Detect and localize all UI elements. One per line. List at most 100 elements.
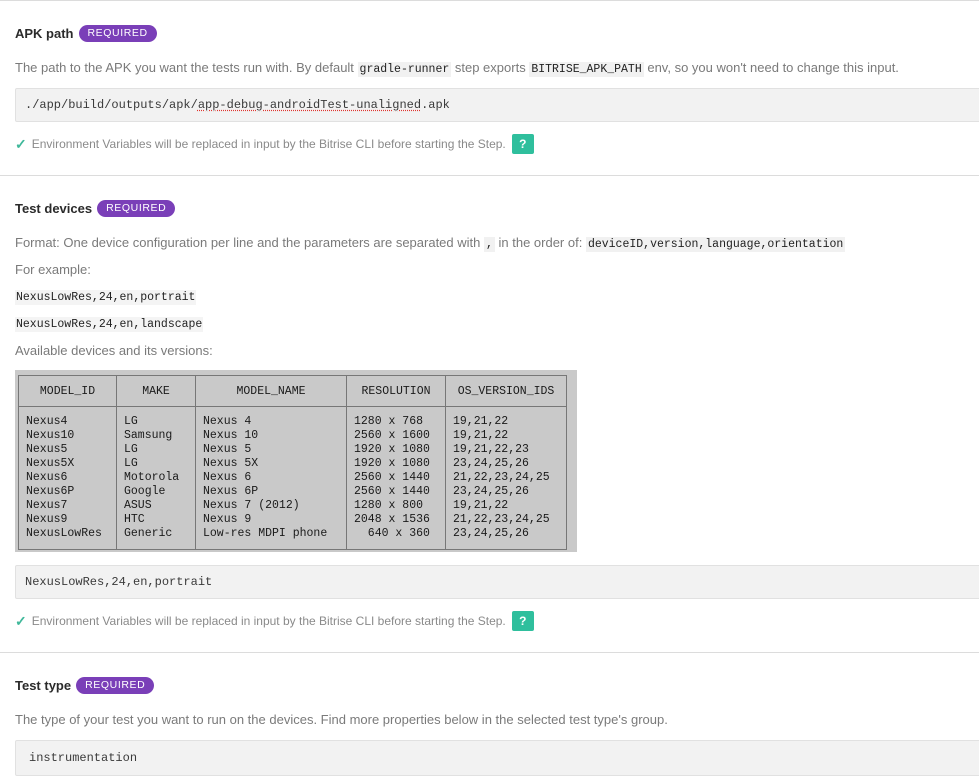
table-cell: Low-res MDPI phone: [195, 527, 347, 550]
check-icon: ✓: [15, 612, 27, 629]
example-line-2: NexusLowRes,24,en,landscape: [15, 317, 204, 332]
table-cell: Nexus 5X: [195, 457, 347, 471]
table-cell: 21,22,23,24,25: [445, 471, 567, 485]
env-variables-note: ✓ Environment Variables will be replaced…: [15, 611, 534, 631]
required-badge: REQUIRED: [78, 25, 157, 42]
apk-path-input[interactable]: ./app/build/outputs/apk/app-debug-androi…: [15, 88, 979, 122]
table-cell: Nexus5: [18, 443, 117, 457]
env-variables-note: ✓ Environment Variables will be replaced…: [15, 134, 534, 154]
env-note-text: Environment Variables will be replaced i…: [31, 614, 506, 628]
section-divider: [0, 175, 979, 176]
table-row: Nexus5 LG Nexus 5 1920 x 1080 19,21,22,23: [18, 443, 567, 457]
help-button[interactable]: ?: [511, 134, 534, 154]
input-value-text: ./app/build/outputs/apk/: [25, 98, 198, 112]
desc-text: Format: One device configuration per lin…: [15, 235, 484, 250]
apk-path-title-row: APK path REQUIRED: [15, 25, 157, 42]
check-icon: ✓: [15, 135, 27, 152]
column-header: OS_VERSION_IDS: [445, 375, 567, 407]
table-cell: LG: [116, 443, 196, 457]
column-header: RESOLUTION: [346, 375, 446, 407]
table-cell: Nexus5X: [18, 457, 117, 471]
test-type-description: The type of your test you want to run on…: [15, 712, 668, 727]
device-table: MODEL_ID MAKE MODEL_NAME RESOLUTION OS_V…: [18, 375, 567, 550]
desc-text: The path to the APK you want the tests r…: [15, 60, 358, 75]
section-divider: [0, 652, 979, 653]
table-cell: LG: [116, 406, 196, 429]
table-row: Nexus9 HTC Nexus 9 2048 x 1536 21,22,23,24,2…: [18, 513, 567, 527]
inline-code: BITRISE_APK_PATH: [529, 62, 644, 77]
table-row: Nexus7 ASUS Nexus 7 (2012) 1280 x 800 19,21,…: [18, 499, 567, 513]
test-devices-title: Test devices: [15, 201, 93, 216]
table-cell: 640 x 360: [346, 527, 446, 550]
table-cell: Nexus 5: [195, 443, 347, 457]
required-badge: REQUIRED: [76, 677, 155, 694]
table-cell: ASUS: [116, 499, 196, 513]
top-divider: [0, 0, 979, 1]
test-devices-input[interactable]: NexusLowRes,24,en,portrait: [15, 565, 979, 599]
table-cell: LG: [116, 457, 196, 471]
table-cell: Nexus7: [18, 499, 117, 513]
table-cell: 23,24,25,26: [445, 457, 567, 471]
table-cell: Nexus6P: [18, 485, 117, 499]
apk-path-description: The path to the APK you want the tests r…: [15, 60, 899, 77]
table-cell: 23,24,25,26: [445, 527, 567, 550]
available-devices-label: Available devices and its versions:: [15, 343, 213, 358]
table-row: Nexus5X LG Nexus 5X 1920 x 1080 23,24,25,26: [18, 457, 567, 471]
required-badge: REQUIRED: [97, 200, 176, 217]
table-cell: Nexus 6P: [195, 485, 347, 499]
table-cell: 19,21,22,23: [445, 443, 567, 457]
table-cell: 2048 x 1536: [346, 513, 446, 527]
table-cell: 21,22,23,24,25: [445, 513, 567, 527]
test-type-title: Test type: [15, 678, 72, 693]
env-note-text: Environment Variables will be replaced i…: [31, 137, 506, 151]
table-cell: Nexus9: [18, 513, 117, 527]
table-cell: Nexus 4: [195, 406, 347, 429]
table-cell: 1920 x 1080: [346, 457, 446, 471]
device-table-image: MODEL_ID MAKE MODEL_NAME RESOLUTION OS_V…: [15, 370, 577, 552]
table-cell: Generic: [116, 527, 196, 550]
test-type-input[interactable]: instrumentation: [15, 740, 979, 776]
input-value-text: app-debug-androidTest-unaligned: [197, 98, 422, 112]
table-row: Nexus4 LG Nexus 4 1280 x 768 19,21,22: [18, 406, 567, 429]
table-cell: Nexus6: [18, 471, 117, 485]
table-cell: 19,21,22: [445, 406, 567, 429]
example-line-1: NexusLowRes,24,en,portrait: [15, 290, 197, 305]
inline-code: ,: [483, 237, 495, 252]
table-cell: Motorola: [116, 471, 196, 485]
table-cell: Nexus 9: [195, 513, 347, 527]
table-cell: 2560 x 1440: [346, 485, 446, 499]
desc-text: in the order of:: [494, 235, 586, 250]
table-cell: 19,21,22: [445, 429, 567, 443]
table-cell: 2560 x 1440: [346, 471, 446, 485]
test-type-title-row: Test type REQUIRED: [15, 677, 155, 694]
table-row: Nexus6P Google Nexus 6P 2560 x 1440 23,24,25…: [18, 485, 567, 499]
example-label: For example:: [15, 262, 91, 277]
table-cell: 1280 x 800: [346, 499, 446, 513]
help-button[interactable]: ?: [511, 611, 534, 631]
input-value-text: .apk: [421, 98, 450, 112]
table-cell: 23,24,25,26: [445, 485, 567, 499]
column-header: MODEL_NAME: [195, 375, 347, 407]
table-cell: Nexus4: [18, 406, 117, 429]
inline-code: gradle-runner: [357, 62, 452, 77]
table-cell: 19,21,22: [445, 499, 567, 513]
test-devices-format: Format: One device configuration per lin…: [15, 235, 846, 252]
desc-text: env, so you won't need to change this in…: [643, 60, 899, 75]
table-cell: Google: [116, 485, 196, 499]
test-devices-title-row: Test devices REQUIRED: [15, 200, 176, 217]
table-cell: Nexus10: [18, 429, 117, 443]
table-cell: Samsung: [116, 429, 196, 443]
table-row: Nexus6 Motorola Nexus 6 2560 x 1440 21,22,23…: [18, 471, 567, 485]
table-cell: 1280 x 768: [346, 406, 446, 429]
table-cell: 1920 x 1080: [346, 443, 446, 457]
table-row: Nexus10 Samsung Nexus 10 2560 x 1600 19,21,2…: [18, 429, 567, 443]
table-cell: Nexus 10: [195, 429, 347, 443]
desc-text: step exports: [451, 60, 530, 75]
column-header: MODEL_ID: [18, 375, 117, 407]
inline-code: deviceID,version,language,orientation: [585, 237, 846, 252]
table-cell: Nexus 6: [195, 471, 347, 485]
table-cell: HTC: [116, 513, 196, 527]
table-cell: 2560 x 1600: [346, 429, 446, 443]
table-row: NexusLowRes Generic Low-res MDPI phone 640…: [18, 527, 567, 550]
table-header-row: MODEL_ID MAKE MODEL_NAME RESOLUTION OS_V…: [18, 375, 567, 407]
